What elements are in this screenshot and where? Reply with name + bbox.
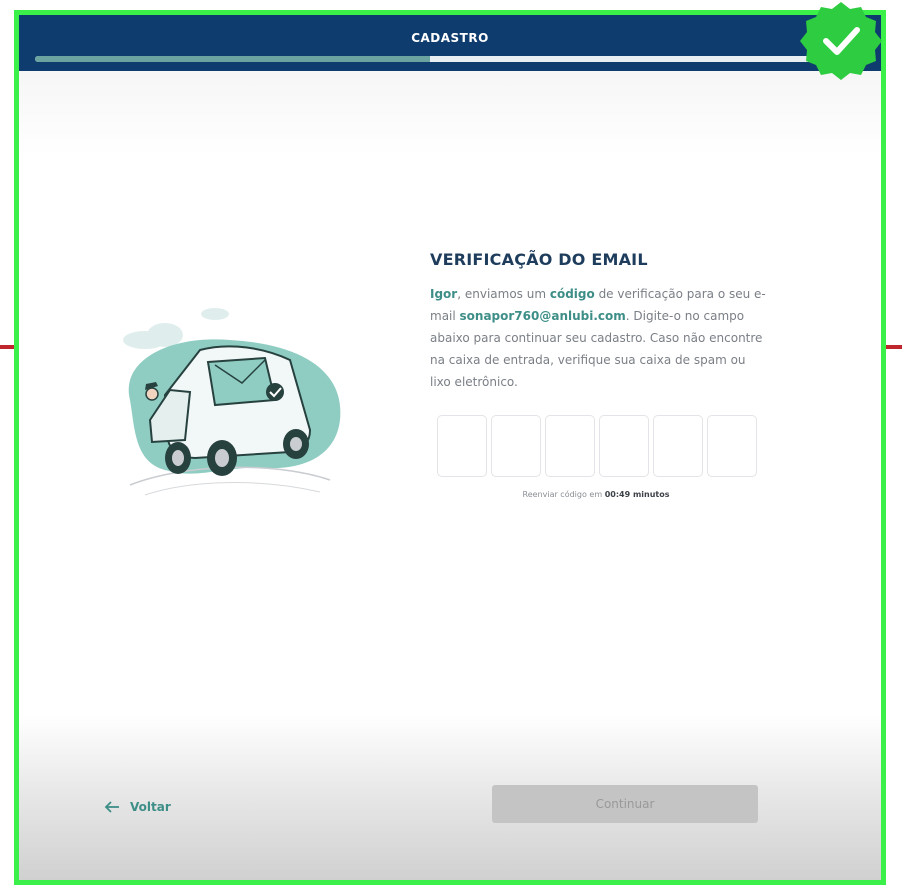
user-email: sonapor760@anlubi.com — [459, 309, 626, 323]
code-digit-input[interactable] — [545, 415, 595, 477]
countdown-time: 00:49 minutos — [604, 490, 670, 499]
verification-heading: VERIFICAÇÃO DO EMAIL — [430, 250, 648, 269]
arrow-left-icon — [104, 801, 119, 813]
back-button[interactable]: Voltar — [104, 797, 171, 817]
code-digit-input[interactable] — [653, 415, 703, 477]
code-input-group — [433, 415, 763, 477]
code-word: código — [549, 287, 595, 301]
page-title: CADASTRO — [411, 31, 489, 45]
code-digit-input[interactable] — [437, 415, 487, 477]
verification-panel: VERIFICAÇÃO DO EMAIL Igor, enviamos um c… — [430, 250, 770, 393]
header-bar: CADASTRO — [19, 15, 881, 71]
resend-timer: Reenviar código em 00:49 minutos — [522, 490, 670, 499]
progress-fill — [35, 56, 430, 62]
progress-bar — [35, 56, 825, 62]
continue-button[interactable]: Continuar — [492, 785, 758, 823]
decorative-line-right — [884, 345, 902, 349]
user-name: Igor — [430, 287, 458, 301]
checkmark-icon — [800, 2, 882, 80]
code-digit-input[interactable] — [707, 415, 757, 477]
verification-message: Igor, enviamos um código de verificação … — [430, 287, 766, 389]
code-digit-input[interactable] — [599, 415, 649, 477]
delivery-van-illustration — [123, 308, 341, 496]
code-digit-input[interactable] — [491, 415, 541, 477]
back-label: Voltar — [130, 800, 171, 814]
